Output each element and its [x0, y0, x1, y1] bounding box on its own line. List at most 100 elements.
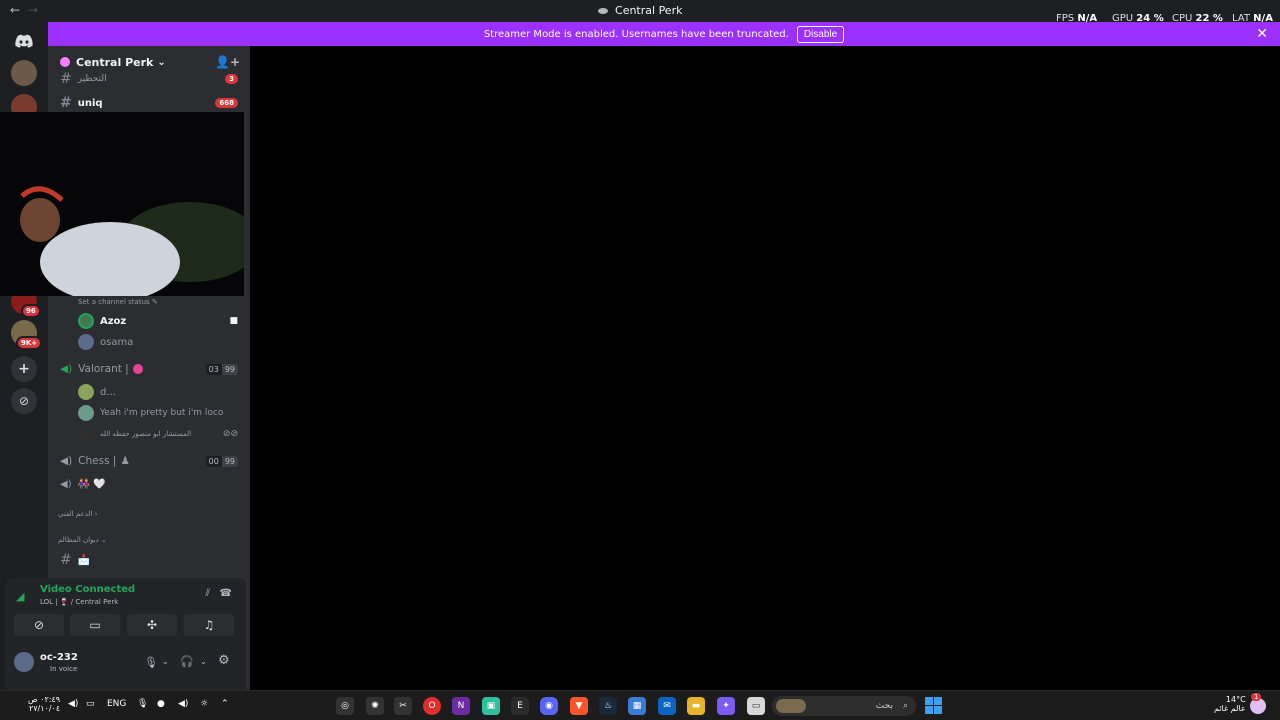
hash-icon: #: [60, 552, 72, 568]
camera-off-icon: ⊘: [33, 618, 45, 632]
speaker-icon: ◀): [60, 478, 72, 490]
avatar: [78, 405, 94, 421]
network-icon[interactable]: ▭: [86, 699, 95, 709]
chevron-down-icon[interactable]: ⌄: [200, 657, 207, 666]
unread-badge: 668: [215, 98, 238, 108]
voice-user[interactable]: d...: [48, 382, 250, 402]
volume-icon[interactable]: ◀): [68, 699, 78, 709]
add-server-icon[interactable]: +: [11, 356, 37, 382]
opera-gx-icon[interactable]: O: [423, 697, 441, 715]
discord-home-icon[interactable]: [11, 28, 37, 54]
video-frame: [0, 112, 244, 296]
chevron-up-icon[interactable]: ⌃: [221, 699, 229, 709]
channel-name: uniq: [77, 97, 103, 109]
overlay-cpu: CPU 22 %: [1172, 13, 1223, 24]
discord-taskbar-icon[interactable]: ◉: [540, 697, 558, 715]
user-limit-count: 00 99: [205, 455, 238, 467]
search-placeholder: بحث: [875, 701, 893, 711]
deafened-icon: ⊘⊘: [222, 429, 238, 439]
user-status: In voice: [50, 665, 78, 673]
activities-button[interactable]: ✣: [127, 614, 177, 636]
soundboard-button[interactable]: ♫: [184, 614, 234, 636]
store-icon[interactable]: ▦: [628, 697, 646, 715]
steam-icon[interactable]: ♨: [599, 697, 617, 715]
clock-date: ٢٧/١٠/٠٤: [28, 704, 61, 713]
epic-games-icon[interactable]: E: [511, 697, 529, 715]
capcut-icon[interactable]: ✂: [394, 697, 412, 715]
camera-off-button[interactable]: ⊘: [14, 614, 64, 636]
category-header[interactable]: الدعم الفني ›: [48, 504, 250, 524]
server-icon: [60, 57, 70, 67]
channel-item[interactable]: # التحظير 3: [48, 72, 250, 86]
server-avatar-1[interactable]: [11, 60, 37, 86]
chess-pawn-icon: ♟: [120, 455, 130, 467]
server-name: Central Perk: [76, 55, 154, 69]
disable-streamer-mode-button[interactable]: Disable: [796, 25, 845, 43]
voice-channel-valorant[interactable]: ◀) Valorant | 03 99: [48, 359, 250, 379]
nzxt-icon[interactable]: N: [452, 697, 470, 715]
voice-channel-emoji[interactable]: ◀) 👭 🤍: [48, 474, 250, 494]
voice-user[interactable]: المستشار ابو منصور حفظه الله ⊘⊘: [48, 424, 250, 444]
channel-name: 👭 🤍: [77, 478, 106, 490]
clock[interactable]: ٠٢:٤٩ ص ٢٧/١٠/٠٤: [28, 695, 60, 713]
microphone-icon[interactable]: 🎙: [144, 656, 158, 669]
screen-share-button[interactable]: ▭: [70, 614, 120, 636]
steam-tray-icon[interactable]: ●: [157, 699, 165, 709]
window-title-text: Central Perk: [615, 4, 683, 17]
valorant-emoji-icon: [132, 364, 143, 374]
voice-user[interactable]: osama: [48, 332, 250, 352]
copilot-icon[interactable]: ✦: [717, 697, 735, 715]
voice-user[interactable]: Yeah i'm pretty but i'm loco: [48, 403, 250, 423]
brave-icon[interactable]: ▼: [570, 697, 588, 715]
outlook-icon[interactable]: ✉: [658, 697, 676, 715]
chevron-down-icon[interactable]: ⌄: [162, 657, 169, 666]
video-preview[interactable]: [0, 112, 244, 296]
user-limit-count: 03 99: [205, 363, 238, 375]
activities-icon: ✣: [146, 618, 158, 632]
channel-item[interactable]: # 📩: [48, 550, 250, 570]
disconnect-icon[interactable]: ☎: [220, 588, 232, 599]
server-badge-1: 96: [21, 304, 41, 318]
banner-text: Streamer Mode is enabled. Usernames have…: [483, 28, 789, 40]
main-content: [250, 46, 1280, 690]
search-app-icon[interactable]: ◎: [336, 697, 354, 715]
voice-location[interactable]: LOL | 🍷 / Central Perk: [40, 598, 118, 606]
weather-widget[interactable]: 14°C عالم غائم: [1214, 695, 1246, 713]
avatar: [78, 426, 94, 442]
start-button[interactable]: [925, 697, 942, 714]
explore-icon[interactable]: ⊘: [11, 388, 37, 414]
headphones-icon[interactable]: 🎧: [180, 655, 194, 668]
speaker-tray-icon[interactable]: ◀): [178, 699, 188, 709]
mic-tray-icon[interactable]: 🎙: [137, 699, 148, 709]
app-window-icon[interactable]: ▭: [747, 697, 765, 715]
taskbar: ٠٢:٤٩ ص ٢٧/١٠/٠٤ ◀) ▭ ENG 🎙 ● ◀) ☼ ⌃ ◎ ✺…: [0, 690, 1280, 720]
taskbar-search[interactable]: بحث ⌕: [772, 696, 916, 716]
voice-user-name: Azoz: [100, 315, 127, 327]
user-panel: oc-232 In voice 🎙 ⌄ 🎧 ⌄ ⚙: [6, 640, 246, 690]
weather-temp: 14°C: [1225, 695, 1246, 704]
voice-connection-panel: ◢ Video Connected LOL | 🍷 / Central Perk…: [6, 578, 246, 640]
clock-time: ٠٢:٤٩ ص: [28, 695, 61, 704]
channel-item[interactable]: # uniq 668: [48, 93, 250, 113]
search-icon: ⌕: [902, 701, 908, 711]
language-indicator[interactable]: ENG: [107, 699, 126, 709]
voice-user[interactable]: Azoz ■: [48, 311, 250, 331]
user-name[interactable]: oc-232: [40, 652, 78, 663]
gear-icon[interactable]: ⚙: [218, 653, 230, 668]
category-header[interactable]: ديوان المظالم ⌄: [48, 530, 250, 550]
noise-suppression-icon[interactable]: ⫽: [206, 588, 210, 599]
add-member-icon[interactable]: 👤+: [215, 55, 240, 69]
channel-name: Valorant |: [78, 363, 129, 375]
hash-icon: #: [60, 95, 72, 111]
voice-channel-chess[interactable]: ◀) Chess | ♟ 00 99: [48, 451, 250, 471]
server-badge-2: 9K+: [16, 336, 43, 350]
user-avatar[interactable]: [14, 652, 34, 672]
file-explorer-icon[interactable]: ▬: [687, 697, 705, 715]
brightness-icon[interactable]: ☼: [200, 699, 208, 709]
speaker-icon: ◀): [60, 455, 73, 467]
close-icon[interactable]: ✕: [1256, 26, 1268, 42]
android-app-icon[interactable]: ▣: [482, 697, 500, 715]
voice-status[interactable]: Video Connected: [40, 584, 135, 595]
steelseries-icon[interactable]: ✺: [366, 697, 384, 715]
voice-user-name: Yeah i'm pretty but i'm loco: [100, 408, 224, 418]
